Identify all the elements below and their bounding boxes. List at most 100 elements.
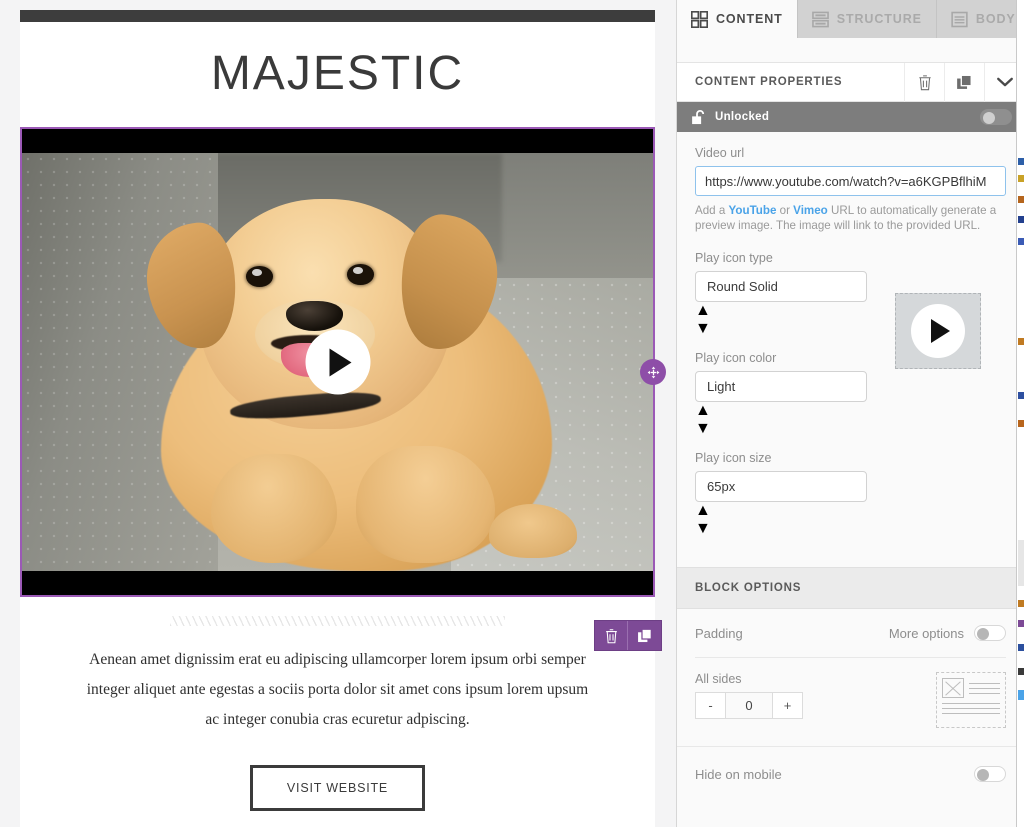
visit-website-button[interactable]: VISIT WEBSITE [250,765,425,811]
chevron-down-icon [996,75,1014,89]
padding-preview-top [942,678,1000,698]
play-icon-color-wrap: Light ▲▼ [695,371,881,438]
padding-decrement-button[interactable]: - [695,692,726,719]
background-window-sliver [1016,0,1024,827]
video-url-helper: Add a YouTube or Vimeo URL to automatica… [695,203,1006,233]
play-triangle-icon [330,348,352,376]
duplicate-icon [956,74,973,91]
block-options-header: BLOCK OPTIONS [677,567,1024,609]
play-icon-size-value: 65px [707,479,735,494]
video-block[interactable] [20,127,655,597]
drag-move-handle[interactable] [640,359,666,385]
trash-icon [917,74,933,91]
puppy-left-eye [246,266,273,287]
lock-label: Unlocked [715,111,980,123]
select-updown-arrows-icon: ▲▼ [695,402,711,437]
panel-tabs: CONTENT STRUCTURE BODY [677,0,1024,38]
delete-block-button[interactable] [595,621,628,650]
grid-squares-icon [691,11,708,28]
play-icon-size-wrap: 65px ▲▼ [695,471,881,538]
hide-on-mobile-toggle[interactable] [974,766,1006,782]
cta-block: VISIT WEBSITE [20,739,655,827]
play-icon-preview-circle [911,304,965,358]
padding-row: Padding More options [677,609,1024,657]
letterbox-bottom [22,571,653,595]
tab-content-label: CONTENT [716,12,783,26]
document-lines-icon [951,11,968,28]
content-properties-header: CONTENT PROPERTIES [677,62,1024,102]
padding-preview-diagram [936,672,1006,728]
hatch-divider [170,616,505,626]
email-header-block[interactable]: MAJESTIC [20,22,655,127]
unlocked-padlock-icon [691,109,706,126]
video-url-label: Video url [695,146,1006,160]
text-block[interactable]: Aenean amet dignissim erat eu adipiscing… [20,637,655,739]
play-icon-preview [895,293,981,369]
select-updown-arrows-icon: ▲▼ [695,302,711,337]
helper-mid: or [776,204,793,217]
puppy-right-eye [347,264,374,285]
tab-structure-label: STRUCTURE [837,12,922,26]
play-icon-type-value: Round Solid [707,279,778,294]
play-icon-size-label: Play icon size [695,451,881,465]
all-sides-area: All sides - 0 + [677,658,1024,746]
tab-structure[interactable]: STRUCTURE [798,0,937,38]
rows-icon [812,11,829,28]
play-icon-color-value: Light [707,379,735,394]
more-options-toggle-knob [977,628,989,640]
play-icon-color-select[interactable]: Light [695,371,867,402]
text-lines-icon [969,678,1000,698]
helper-prefix: Add a [695,204,729,217]
youtube-link[interactable]: YouTube [729,204,777,217]
trash-icon [604,628,619,644]
hide-on-mobile-toggle-knob [977,769,989,781]
select-updown-arrows-icon: ▲▼ [695,502,711,537]
hide-on-mobile-row: Hide on mobile [677,747,1024,801]
properties-panel: CONTENT STRUCTURE BODY [676,0,1024,827]
play-icon-options: Play icon type Round Solid ▲▼ Play icon … [677,233,1024,567]
play-button-overlay[interactable] [305,330,370,395]
puppy-right-leg [356,446,495,563]
hide-on-mobile-label: Hide on mobile [695,767,974,782]
tab-body-label: BODY [976,12,1016,26]
play-icon-type-label: Play icon type [695,251,881,265]
video-url-field-area: Video url Add a YouTube or Vimeo URL to … [677,132,1024,233]
play-icon-color-label: Play icon color [695,351,881,365]
video-frame[interactable] [22,129,653,595]
more-options-label: More options [889,626,964,641]
email-body: MAJESTIC [20,10,655,827]
video-url-input[interactable] [695,166,1006,196]
properties-delete-button[interactable] [904,63,944,102]
duplicate-icon [637,628,653,644]
all-sides-control: All sides - 0 + [695,672,936,719]
lock-status-bar: Unlocked [677,102,1024,132]
tab-body[interactable]: BODY [937,0,1024,38]
play-icon-size-select[interactable]: 65px [695,471,867,502]
padding-increment-button[interactable]: + [772,692,803,719]
body-paragraph: Aenean amet dignissim erat eu adipiscing… [78,645,597,735]
padding-preview-bottom [942,703,1000,714]
play-icon-type-select[interactable]: Round Solid [695,271,867,302]
play-triangle-icon [931,319,950,343]
move-arrows-icon [647,366,660,379]
image-placeholder-icon [942,678,964,698]
email-top-bar [20,10,655,22]
block-options-title: BLOCK OPTIONS [695,582,801,594]
content-properties-title: CONTENT PROPERTIES [695,76,904,88]
play-icon-selects: Play icon type Round Solid ▲▼ Play icon … [695,251,881,551]
all-sides-stepper: - 0 + [695,692,936,719]
padding-label: Padding [695,626,889,641]
properties-duplicate-button[interactable] [944,63,984,102]
padding-value[interactable]: 0 [726,692,772,719]
page-title: MAJESTIC [20,46,655,101]
duplicate-block-button[interactable] [628,621,661,650]
lock-toggle-knob [983,112,995,124]
tab-content[interactable]: CONTENT [677,0,798,38]
vimeo-link[interactable]: Vimeo [793,204,828,217]
email-canvas-area: MAJESTIC [0,0,676,827]
lock-toggle[interactable] [980,109,1012,125]
divider-block[interactable] [20,597,655,637]
all-sides-label: All sides [695,672,936,686]
more-options-toggle[interactable] [974,625,1006,641]
block-hover-toolbar [594,620,662,651]
